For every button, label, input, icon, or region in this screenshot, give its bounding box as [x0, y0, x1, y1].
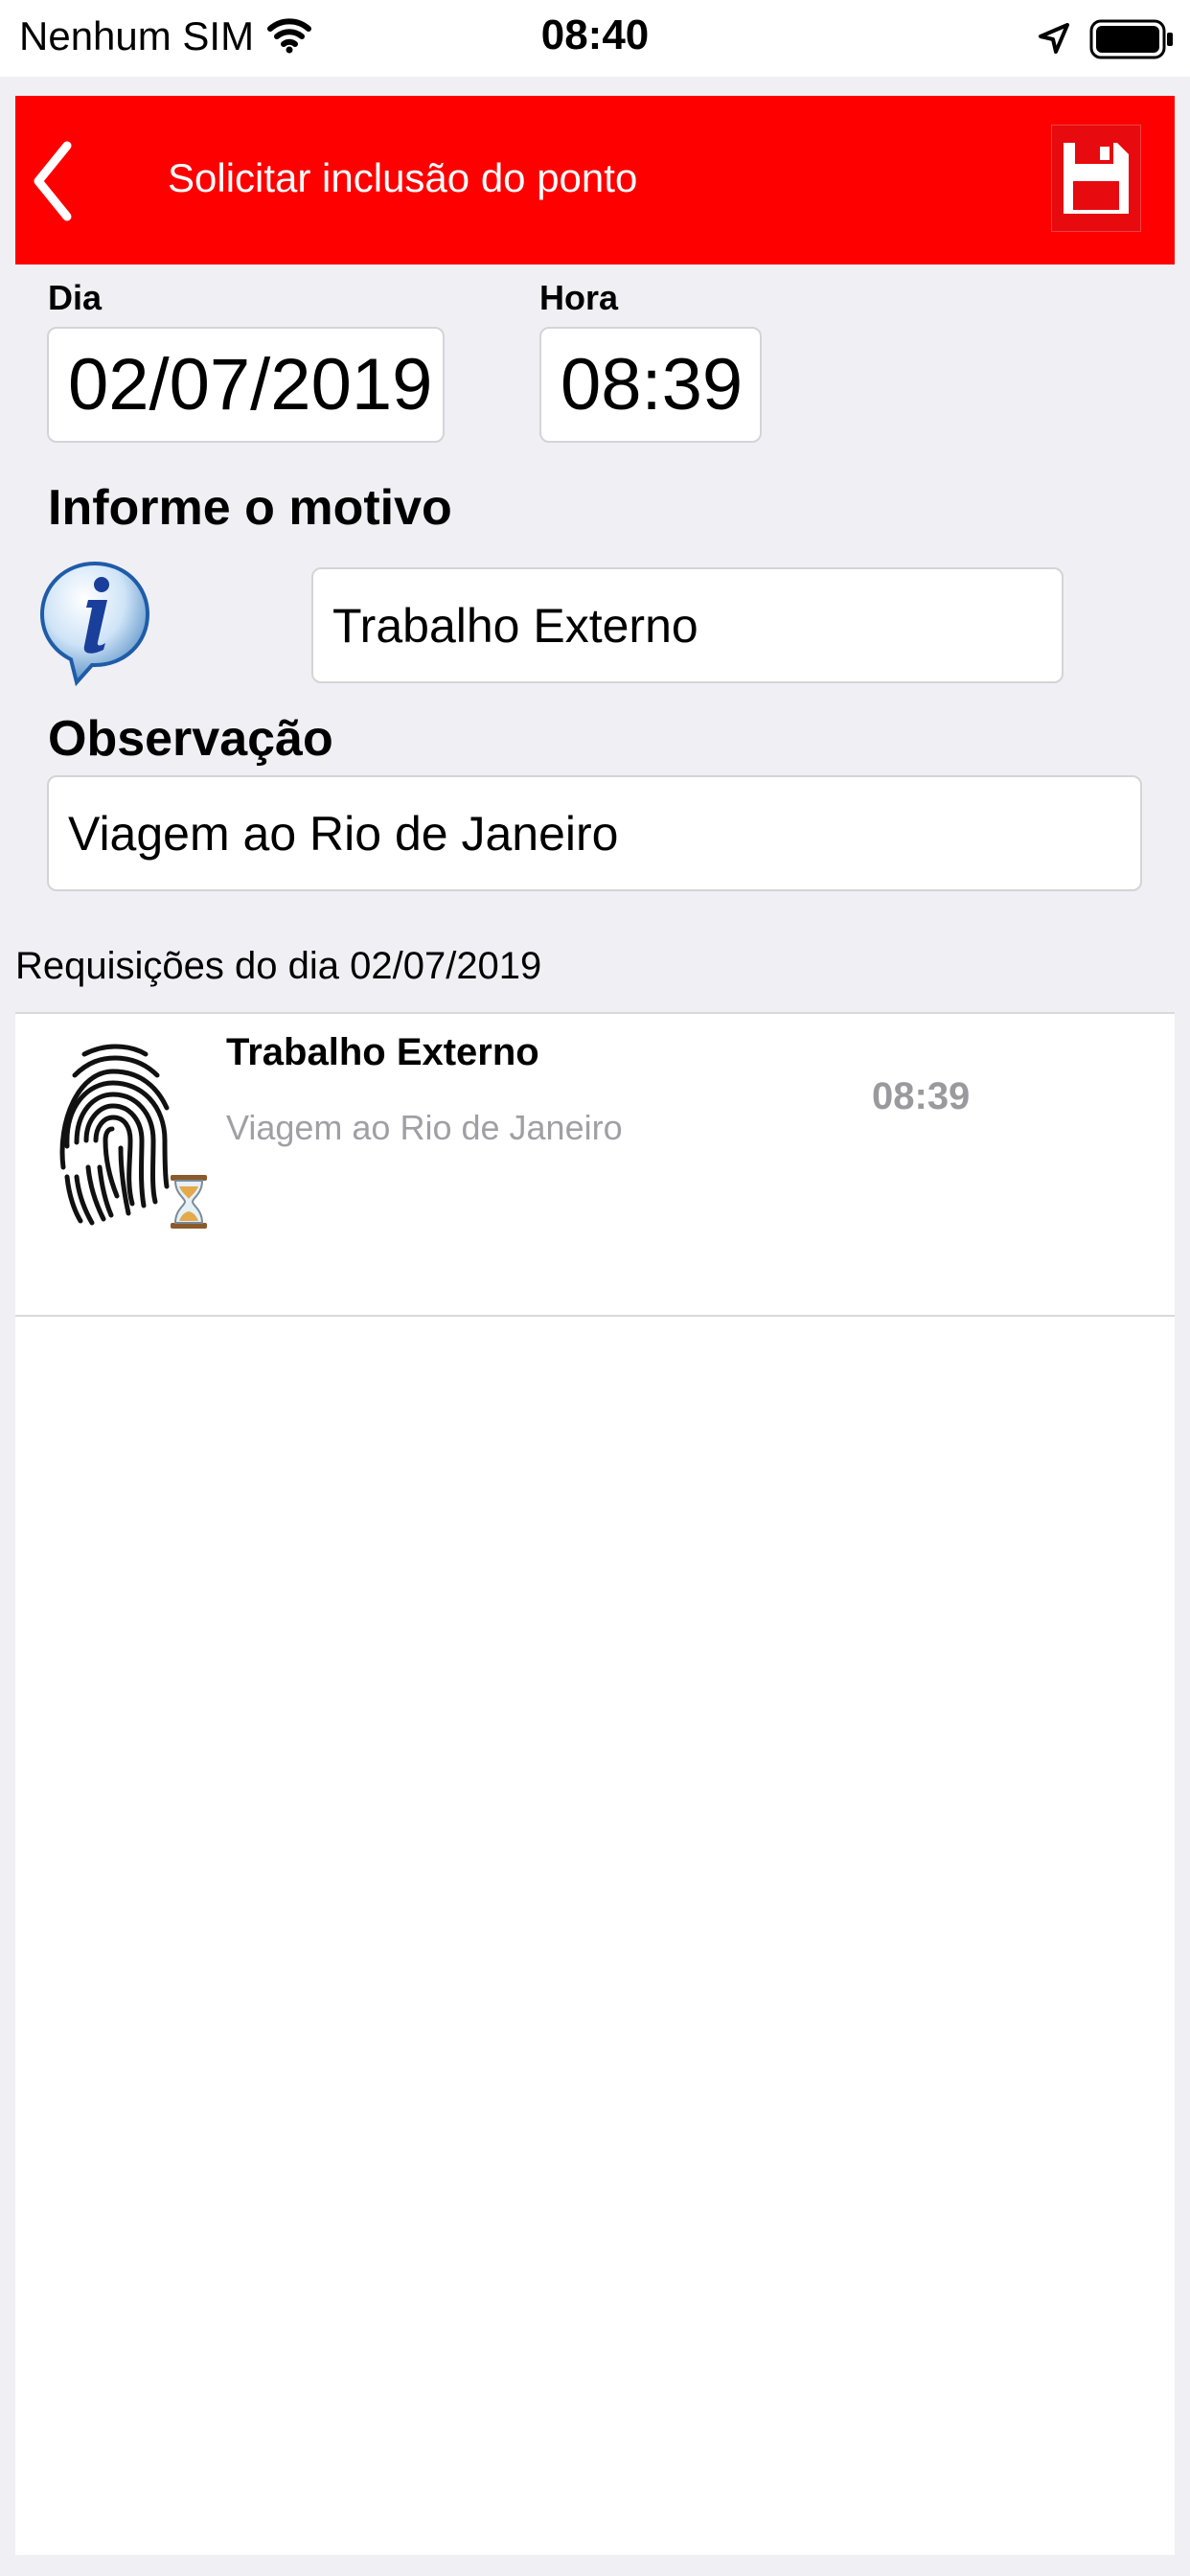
- requests-list: Trabalho Externo Viagem ao Rio de Janeir…: [15, 1012, 1175, 2555]
- location-arrow-icon: [1037, 21, 1071, 60]
- motivo-value: Trabalho Externo: [332, 598, 698, 653]
- nav-bar: Solicitar inclusão do ponto: [15, 96, 1175, 264]
- save-button[interactable]: [1051, 125, 1141, 232]
- item-title: Trabalho Externo: [226, 1031, 539, 1073]
- dia-label: Dia: [48, 278, 103, 317]
- list-item[interactable]: Trabalho Externo Viagem ao Rio de Janeir…: [15, 1012, 1175, 1317]
- motivo-label: Informe o motivo: [48, 480, 452, 536]
- hourglass-icon: [169, 1173, 209, 1235]
- clock: 08:40: [540, 12, 650, 58]
- hora-field[interactable]: 08:39: [539, 327, 762, 443]
- floppy-disk-icon: [1064, 143, 1129, 214]
- hora-label: Hora: [539, 278, 619, 317]
- page-title: Solicitar inclusão do ponto: [168, 155, 638, 200]
- dia-field[interactable]: 02/07/2019: [47, 327, 445, 443]
- status-bar: Nenhum SIM 08:40: [0, 0, 1190, 77]
- hora-value: 08:39: [561, 344, 744, 426]
- item-time: 08:39: [872, 1075, 971, 1117]
- observacao-label: Observação: [48, 711, 333, 767]
- dia-value: 02/07/2019: [68, 344, 433, 426]
- motivo-field[interactable]: Trabalho Externo: [311, 567, 1064, 683]
- battery-icon: [1089, 19, 1176, 64]
- info-icon[interactable]: [38, 560, 151, 693]
- requests-section-header: Requisições do dia 02/07/2019: [15, 945, 542, 987]
- observacao-value: Viagem ao Rio de Janeiro: [68, 806, 619, 861]
- chevron-left-icon[interactable]: [29, 138, 77, 229]
- fingerprint-icon: [50, 1033, 174, 1239]
- observacao-field[interactable]: Viagem ao Rio de Janeiro: [47, 775, 1142, 891]
- item-subtitle: Viagem ao Rio de Janeiro: [226, 1108, 623, 1147]
